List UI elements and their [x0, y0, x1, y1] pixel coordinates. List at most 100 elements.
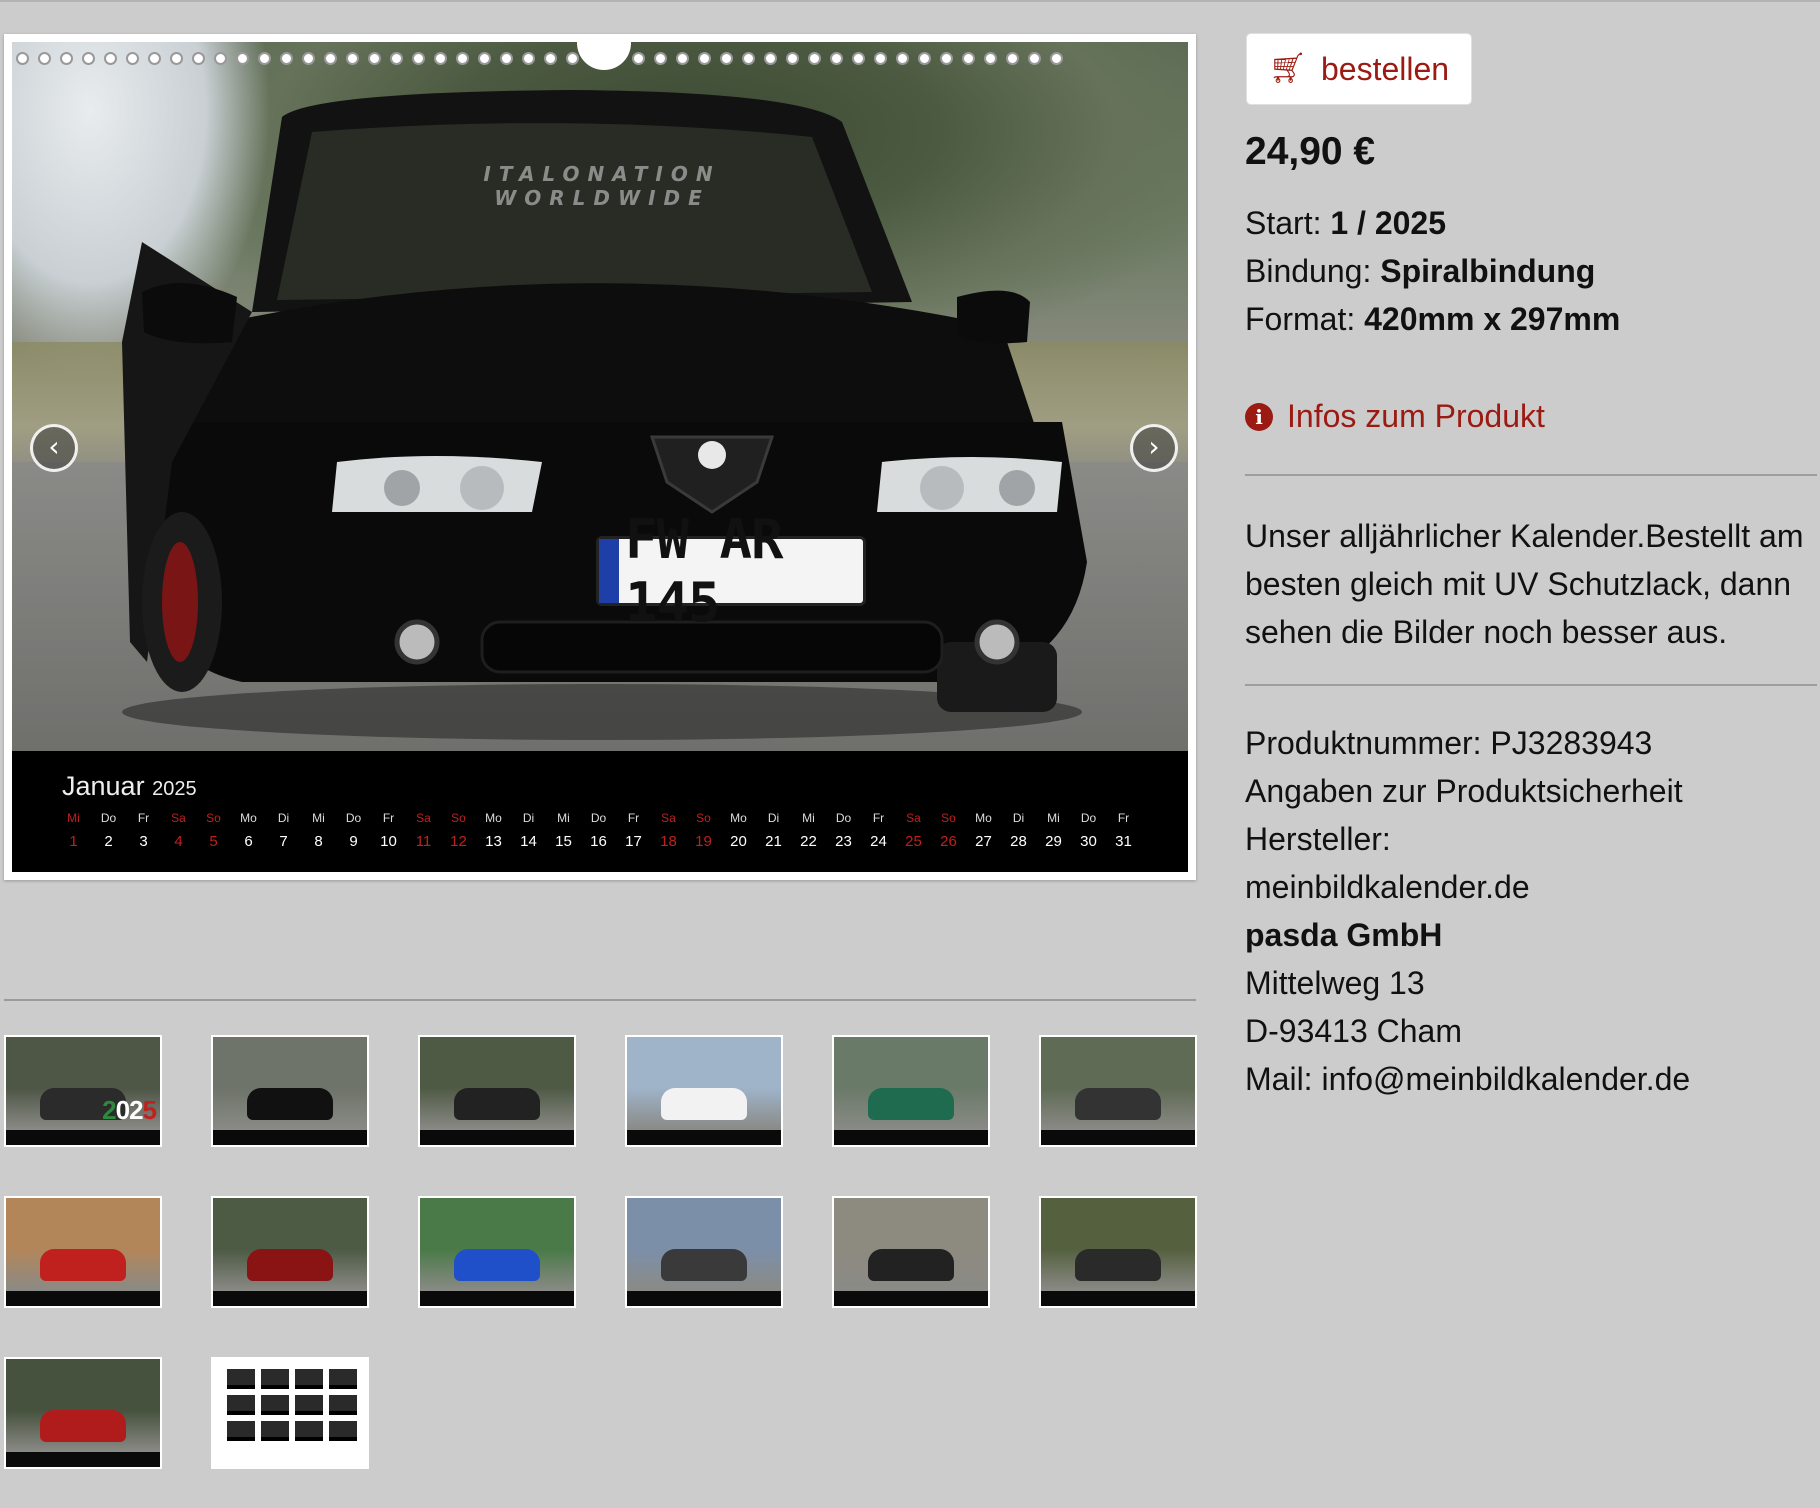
car-illustration: [122, 90, 1087, 740]
spiral-ring: [38, 52, 51, 65]
calendar-day: Di 28: [1010, 811, 1027, 850]
spiral-ring: [654, 52, 667, 65]
calendar-preview: ITALONATION WORLDWIDE FW AR 145 ‹ › Janu…: [4, 34, 1196, 880]
spiral-ring: [368, 52, 381, 65]
company-street: Mittelweg 13: [1245, 965, 1425, 1001]
spiral-ring: [764, 52, 777, 65]
chevron-left-icon[interactable]: ‹: [30, 424, 78, 472]
spiral-ring: [192, 52, 205, 65]
spiral-ring: [258, 52, 271, 65]
divider: [1245, 474, 1817, 476]
calendar-day: So 19: [695, 811, 712, 850]
thumbnail-januar[interactable]: [211, 1035, 369, 1147]
thumbnail-november[interactable]: [1039, 1196, 1197, 1308]
thumbnail-overview[interactable]: [211, 1357, 369, 1469]
spiral-ring: [874, 52, 887, 65]
spiral-ring: [1028, 52, 1041, 65]
spiral-ring: [82, 52, 95, 65]
spec-start: Start: 1 / 2025: [1245, 205, 1447, 241]
spiral-ring: [522, 52, 535, 65]
windshield-banner: ITALONATION WORLDWIDE: [483, 162, 721, 210]
calendar-day: So 12: [450, 811, 467, 850]
spec-binding: Bindung: Spiralbindung: [1245, 253, 1596, 289]
license-plate: FW AR 145: [596, 508, 866, 634]
divider: [1245, 684, 1817, 686]
calendar-day: Sa 11: [415, 811, 432, 850]
calendar-day: Do 23: [835, 811, 852, 850]
thumbnail-mai[interactable]: [1039, 1035, 1197, 1147]
spiral-ring: [940, 52, 953, 65]
spiral-ring: [324, 52, 337, 65]
calendar-day: Fr 31: [1115, 811, 1132, 850]
spiral-ring: [104, 52, 117, 65]
manufacturer-site: meinbildkalender.de: [1245, 869, 1530, 905]
calendar-day: Mo 6: [240, 811, 257, 850]
month-title: Januar 2025: [62, 771, 197, 801]
spiral-ring: [478, 52, 491, 65]
month-calendar-strip: Januar 2025 Mi 1 Do 2 Fr 3 Sa 4 So 5 Mo 6 Di 7 Mi 8 Do 9 F…: [12, 751, 1188, 872]
thumbnail-september[interactable]: [625, 1196, 783, 1308]
calendar-day: Di 21: [765, 811, 782, 850]
company-name: pasda GmbH: [1245, 917, 1443, 953]
thumbnail-maerz[interactable]: [625, 1035, 783, 1147]
spiral-ring: [852, 52, 865, 65]
spiral-ring: [742, 52, 755, 65]
calendar-photo: ITALONATION WORLDWIDE FW AR 145 ‹ ›: [12, 42, 1188, 751]
spiral-ring: [698, 52, 711, 65]
product-number: Produktnummer: PJ3283943: [1245, 725, 1653, 761]
calendar-day: Mo 27: [975, 811, 992, 850]
spiral-ring: [390, 52, 403, 65]
calendar-day: Mi 1: [67, 811, 80, 850]
thumbnail-cover[interactable]: 2025: [4, 1035, 162, 1147]
spiral-ring: [1006, 52, 1019, 65]
spiral-ring: [632, 52, 645, 65]
spiral-ring: [236, 52, 249, 65]
spiral-ring: [566, 52, 579, 65]
calendar-day: Sa 18: [660, 811, 677, 850]
spiral-ring: [346, 52, 359, 65]
calendar-day: Di 14: [520, 811, 537, 850]
spiral-ring: [808, 52, 821, 65]
thumbnail-juli[interactable]: [211, 1196, 369, 1308]
thumbnail-august[interactable]: [418, 1196, 576, 1308]
thumbnail-juni[interactable]: [4, 1196, 162, 1308]
calendar-day: Sa 4: [171, 811, 186, 850]
calendar-day: Mi 8: [312, 811, 325, 850]
calendar-day: Mi 22: [800, 811, 817, 850]
spiral-ring: [896, 52, 909, 65]
product-info-link[interactable]: i Infos zum Produkt: [1245, 398, 1545, 435]
top-divider: [0, 0, 1820, 2]
calendar-day: Di 7: [277, 811, 290, 850]
info-circle-icon: i: [1245, 402, 1273, 431]
thumbnail-april[interactable]: [832, 1035, 990, 1147]
calendar-day: Fr 10: [380, 811, 397, 850]
spiral-ring: [214, 52, 227, 65]
spiral-ring: [500, 52, 513, 65]
spiral-ring: [984, 52, 997, 65]
spiral-ring: [1050, 52, 1063, 65]
thumbnail-dezember[interactable]: [4, 1357, 162, 1469]
calendar-day: So 5: [206, 811, 221, 850]
calendar-day: Fr 17: [625, 811, 642, 850]
spiral-ring: [148, 52, 161, 65]
spiral-ring: [720, 52, 733, 65]
company-city: D-93413 Cham: [1245, 1013, 1462, 1049]
calendar-day: Mi 15: [555, 811, 572, 850]
cover-year-logo: 2025: [102, 1095, 157, 1125]
product-description: Unser alljährlicher Kalender.Bestellt am…: [1245, 518, 1804, 650]
spiral-ring: [830, 52, 843, 65]
spiral-ring: [918, 52, 931, 65]
chevron-right-icon[interactable]: ›: [1130, 424, 1178, 472]
calendar-days: Mi 1 Do 2 Fr 3 Sa 4 So 5 Mo 6 Di 7 Mi 8 Do 9 Fr 10 Sa 11 So 12 M…: [56, 811, 1141, 850]
thumbnail-februar[interactable]: [418, 1035, 576, 1147]
gallery-divider: [4, 999, 1196, 1001]
company-mail[interactable]: Mail: info@meinbildkalender.de: [1245, 1061, 1690, 1098]
thumbnail-oktober[interactable]: [832, 1196, 990, 1308]
price: 24,90 €: [1245, 130, 1376, 173]
manufacturer-label: Hersteller:: [1245, 821, 1391, 857]
calendar-day: Mi 29: [1045, 811, 1062, 850]
order-button[interactable]: 🛒︎ bestellen: [1246, 33, 1472, 105]
shopping-cart-icon: 🛒︎: [1268, 52, 1307, 85]
safety-heading: Angaben zur Produktsicherheit: [1245, 773, 1683, 809]
spiral-ring: [962, 52, 975, 65]
